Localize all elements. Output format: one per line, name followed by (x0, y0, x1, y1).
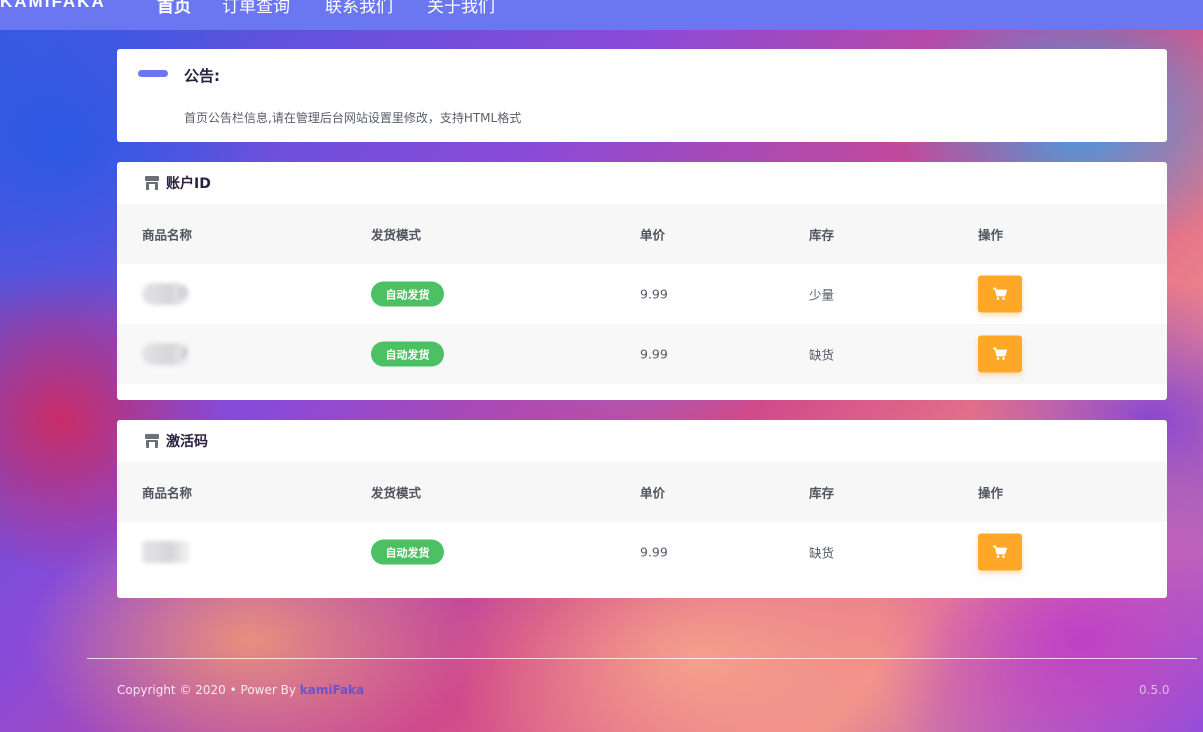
header-stock: 库存 (809, 485, 835, 501)
buy-button[interactable] (978, 533, 1022, 571)
product-price: 9.99 (640, 346, 668, 362)
copyright-text: Copyright © 2020 • Power By (117, 683, 300, 697)
category-title: 账户ID (166, 176, 211, 192)
table-row[interactable]: 2 自动发货 9.99 缺货 (117, 324, 1167, 384)
footer-divider (87, 658, 1197, 659)
product-price: 9.99 (640, 286, 668, 302)
product-stock: 缺货 (809, 545, 835, 561)
notice-card: 公告: 首页公告栏信息,请在管理后台网站设置里修改，支持HTML格式 (117, 49, 1167, 142)
header-price: 单价 (640, 485, 666, 501)
product-name-blurred: 2 (142, 343, 190, 365)
table-header-row: 商品名称 发货模式 单价 库存 操作 (117, 462, 1167, 522)
header-action: 操作 (978, 227, 1004, 243)
table-row[interactable]: 自动发货 9.99 缺货 (117, 522, 1167, 582)
header-action: 操作 (978, 485, 1004, 501)
delivery-mode-badge: 自动发货 (371, 341, 444, 367)
header-product-name: 商品名称 (142, 485, 193, 501)
category-header: 账户ID (117, 162, 1167, 204)
notice-title: 公告: (184, 67, 220, 85)
product-name-blurred: D (142, 283, 190, 305)
table-row[interactable]: D 自动发货 9.99 少量 (117, 264, 1167, 324)
cart-icon (993, 545, 1007, 558)
nav-about[interactable]: 关于我们 (427, 0, 495, 17)
category-header: 激活码 (117, 420, 1167, 462)
cart-icon (993, 287, 1007, 300)
delivery-mode-badge: 自动发货 (371, 539, 444, 565)
cart-icon (993, 347, 1007, 360)
product-stock: 缺货 (809, 347, 835, 363)
category-card-activation-code: 激活码 商品名称 发货模式 单价 库存 操作 自动发货 9.99 缺货 (117, 420, 1167, 598)
footer-copyright: Copyright © 2020 • Power By kamiFaka (117, 683, 364, 697)
header-delivery-mode: 发货模式 (371, 227, 422, 243)
delivery-mode-badge: 自动发货 (371, 281, 444, 307)
footer-brand-link[interactable]: kamiFaka (300, 683, 364, 697)
store-icon (145, 434, 159, 448)
product-name-blurred (142, 541, 190, 563)
header-price: 单价 (640, 227, 666, 243)
top-navbar: KAMIFAKA 首页 订单查询 联系我们 关于我们 (0, 0, 1203, 30)
buy-button[interactable] (978, 275, 1022, 313)
category-title: 激活码 (166, 434, 208, 450)
category-card-account-id: 账户ID 商品名称 发货模式 单价 库存 操作 D 自动发货 9.99 少量 2… (117, 162, 1167, 400)
notice-text: 首页公告栏信息,请在管理后台网站设置里修改，支持HTML格式 (184, 111, 522, 125)
header-stock: 库存 (809, 227, 835, 243)
nav-order-query[interactable]: 订单查询 (222, 0, 290, 17)
product-price: 9.99 (640, 544, 668, 560)
footer-version: 0.5.0 (1139, 683, 1170, 697)
brand-logo[interactable]: KAMIFAKA (0, 0, 106, 12)
nav-contact[interactable]: 联系我们 (325, 0, 393, 17)
product-stock: 少量 (809, 287, 835, 303)
nav-home[interactable]: 首页 (157, 0, 191, 17)
table-header-row: 商品名称 发货模式 单价 库存 操作 (117, 204, 1167, 264)
notice-accent-bar (138, 70, 168, 77)
header-product-name: 商品名称 (142, 227, 193, 243)
header-delivery-mode: 发货模式 (371, 485, 422, 501)
buy-button[interactable] (978, 335, 1022, 373)
store-icon (145, 176, 159, 190)
